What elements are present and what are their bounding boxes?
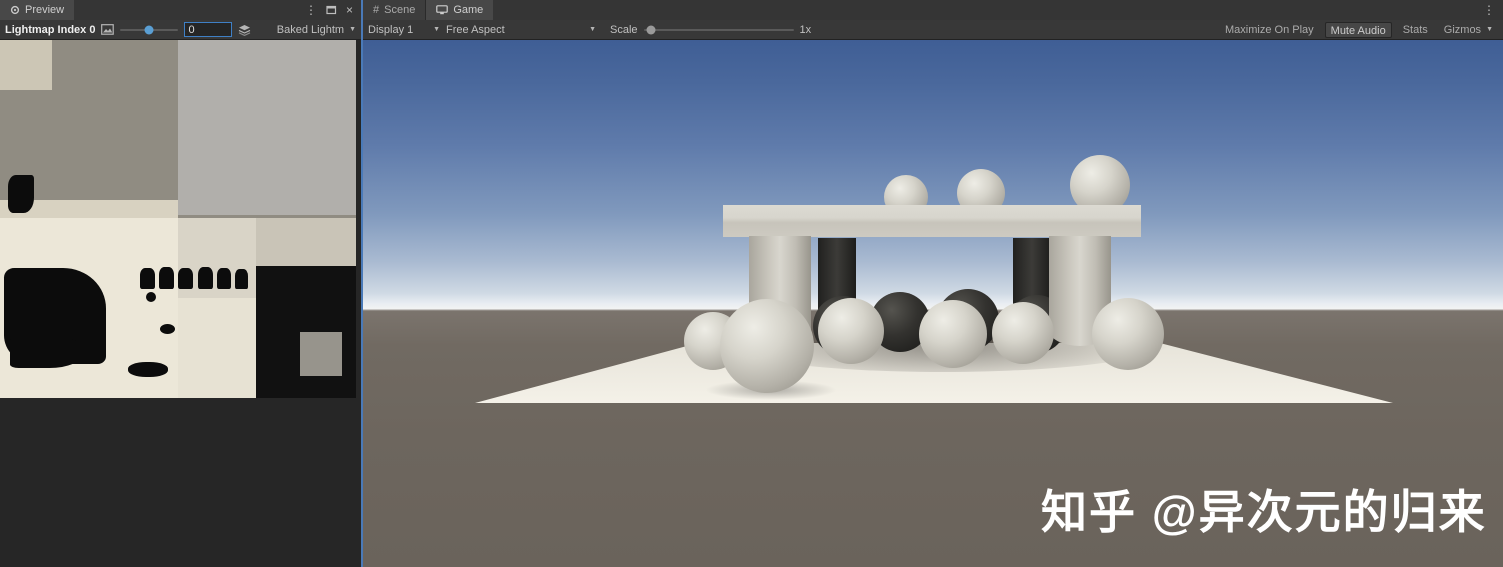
preview-window-controls: ⋮ × <box>297 0 361 20</box>
tab-preview[interactable]: Preview <box>0 0 75 20</box>
exposure-slider-handle[interactable] <box>144 25 154 34</box>
tab-preview-label: Preview <box>25 4 65 16</box>
scale-slider[interactable] <box>643 20 794 40</box>
preview-tabbar: Preview ⋮ × <box>0 0 361 20</box>
lightmap-shadow-blob <box>128 362 168 377</box>
baked-lightmap-dropdown-label: Baked Lightm <box>276 23 345 36</box>
tab-game[interactable]: Game <box>426 0 494 20</box>
float-window-icon[interactable] <box>326 5 337 15</box>
aspect-dropdown-label: Free Aspect <box>446 23 505 36</box>
tab-game-label: Game <box>453 4 484 16</box>
scene-icon: # <box>373 4 380 16</box>
sphere <box>1092 298 1164 370</box>
sphere <box>919 300 987 368</box>
gizmos-dropdown[interactable]: Gizmos ▼ <box>1439 22 1498 38</box>
lightmap-glyph <box>235 269 248 289</box>
game-toolbar: Display 1 ▼ Free Aspect ▼ Scale 1x Maxim… <box>363 20 1503 40</box>
lightmap-patch <box>0 40 52 90</box>
lightmap-patch <box>256 218 356 266</box>
lightmap-shadow-blob <box>160 324 175 334</box>
game-tabbar: # Scene Game ⋮ <box>363 0 1503 20</box>
mute-audio-button[interactable]: Mute Audio <box>1324 21 1392 38</box>
sphere <box>720 299 814 393</box>
chevron-down-icon: ▼ <box>589 26 596 33</box>
lightmap-index-label: Lightmap Index 0 <box>5 23 96 36</box>
exposure-slider[interactable] <box>120 20 179 40</box>
gizmos-dropdown-label: Gizmos <box>1443 23 1482 36</box>
lightmap-glyph <box>198 267 213 289</box>
sphere <box>992 302 1054 364</box>
lightmap-glyph <box>159 267 174 289</box>
preview-panel: Preview ⋮ × Lightmap Index 0 0 Baked Lig… <box>0 0 361 567</box>
preview-toolbar: Lightmap Index 0 Baked Lightm ▼ <box>0 20 361 40</box>
lightmap-glyph <box>217 268 231 289</box>
menu-dots-icon[interactable]: ⋮ <box>1483 0 1495 20</box>
tabbar-spacer <box>74 0 297 20</box>
tab-scene-label: Scene <box>384 4 416 16</box>
game-panel: # Scene Game ⋮ Display 1 ▼ Free Aspect ▼… <box>363 0 1503 567</box>
lightmap-patch <box>178 298 256 398</box>
display-dropdown-label: Display 1 <box>368 23 414 36</box>
scale-value: 1x <box>799 23 812 36</box>
lightmap-shadow-blob <box>146 292 156 302</box>
watermark: 知乎 @异次元的归来 <box>1041 486 1487 538</box>
scale-label: Scale <box>610 23 638 36</box>
lightmap-index-input[interactable] <box>184 22 233 37</box>
sphere <box>818 298 884 364</box>
lightmap-patch <box>8 175 34 213</box>
lightmap-glyph <box>140 268 155 289</box>
tabbar-spacer <box>493 0 1475 20</box>
menu-dots-icon[interactable]: ⋮ <box>305 0 317 20</box>
game-icon <box>436 5 449 15</box>
lightmap-shadow-blob <box>10 338 82 368</box>
aspect-dropdown[interactable]: Free Aspect ▼ <box>446 24 596 36</box>
baked-lightmap-dropdown[interactable]: Baked Lightm ▼ <box>277 24 356 36</box>
unity-editor-window: Preview ⋮ × Lightmap Index 0 0 Baked Lig… <box>0 0 1503 567</box>
scale-slider-handle[interactable] <box>646 25 656 34</box>
display-dropdown[interactable]: Display 1 ▼ <box>368 24 440 36</box>
chevron-down-icon: ▼ <box>1486 25 1493 33</box>
game-window-controls: ⋮ <box>1475 0 1503 20</box>
table-top <box>723 205 1141 237</box>
layers-icon[interactable] <box>238 24 251 36</box>
scale-slider-track <box>643 28 794 31</box>
chevron-down-icon: ▼ <box>433 26 440 33</box>
close-icon[interactable]: × <box>346 0 353 20</box>
maximize-on-play-button[interactable]: Maximize On Play <box>1220 22 1319 38</box>
lightmap-patch <box>178 40 356 215</box>
tab-scene[interactable]: # Scene <box>363 0 426 20</box>
lightmap-glyph <box>178 268 193 289</box>
game-viewport[interactable]: 知乎 @异次元的归来 <box>363 40 1503 567</box>
lightmap-preview[interactable] <box>0 40 356 398</box>
lightmap-patch <box>300 332 342 376</box>
preview-icon <box>10 5 20 15</box>
chevron-down-icon: ▼ <box>349 26 356 33</box>
texture-icon[interactable] <box>101 24 115 35</box>
stats-button[interactable]: Stats <box>1398 22 1433 38</box>
